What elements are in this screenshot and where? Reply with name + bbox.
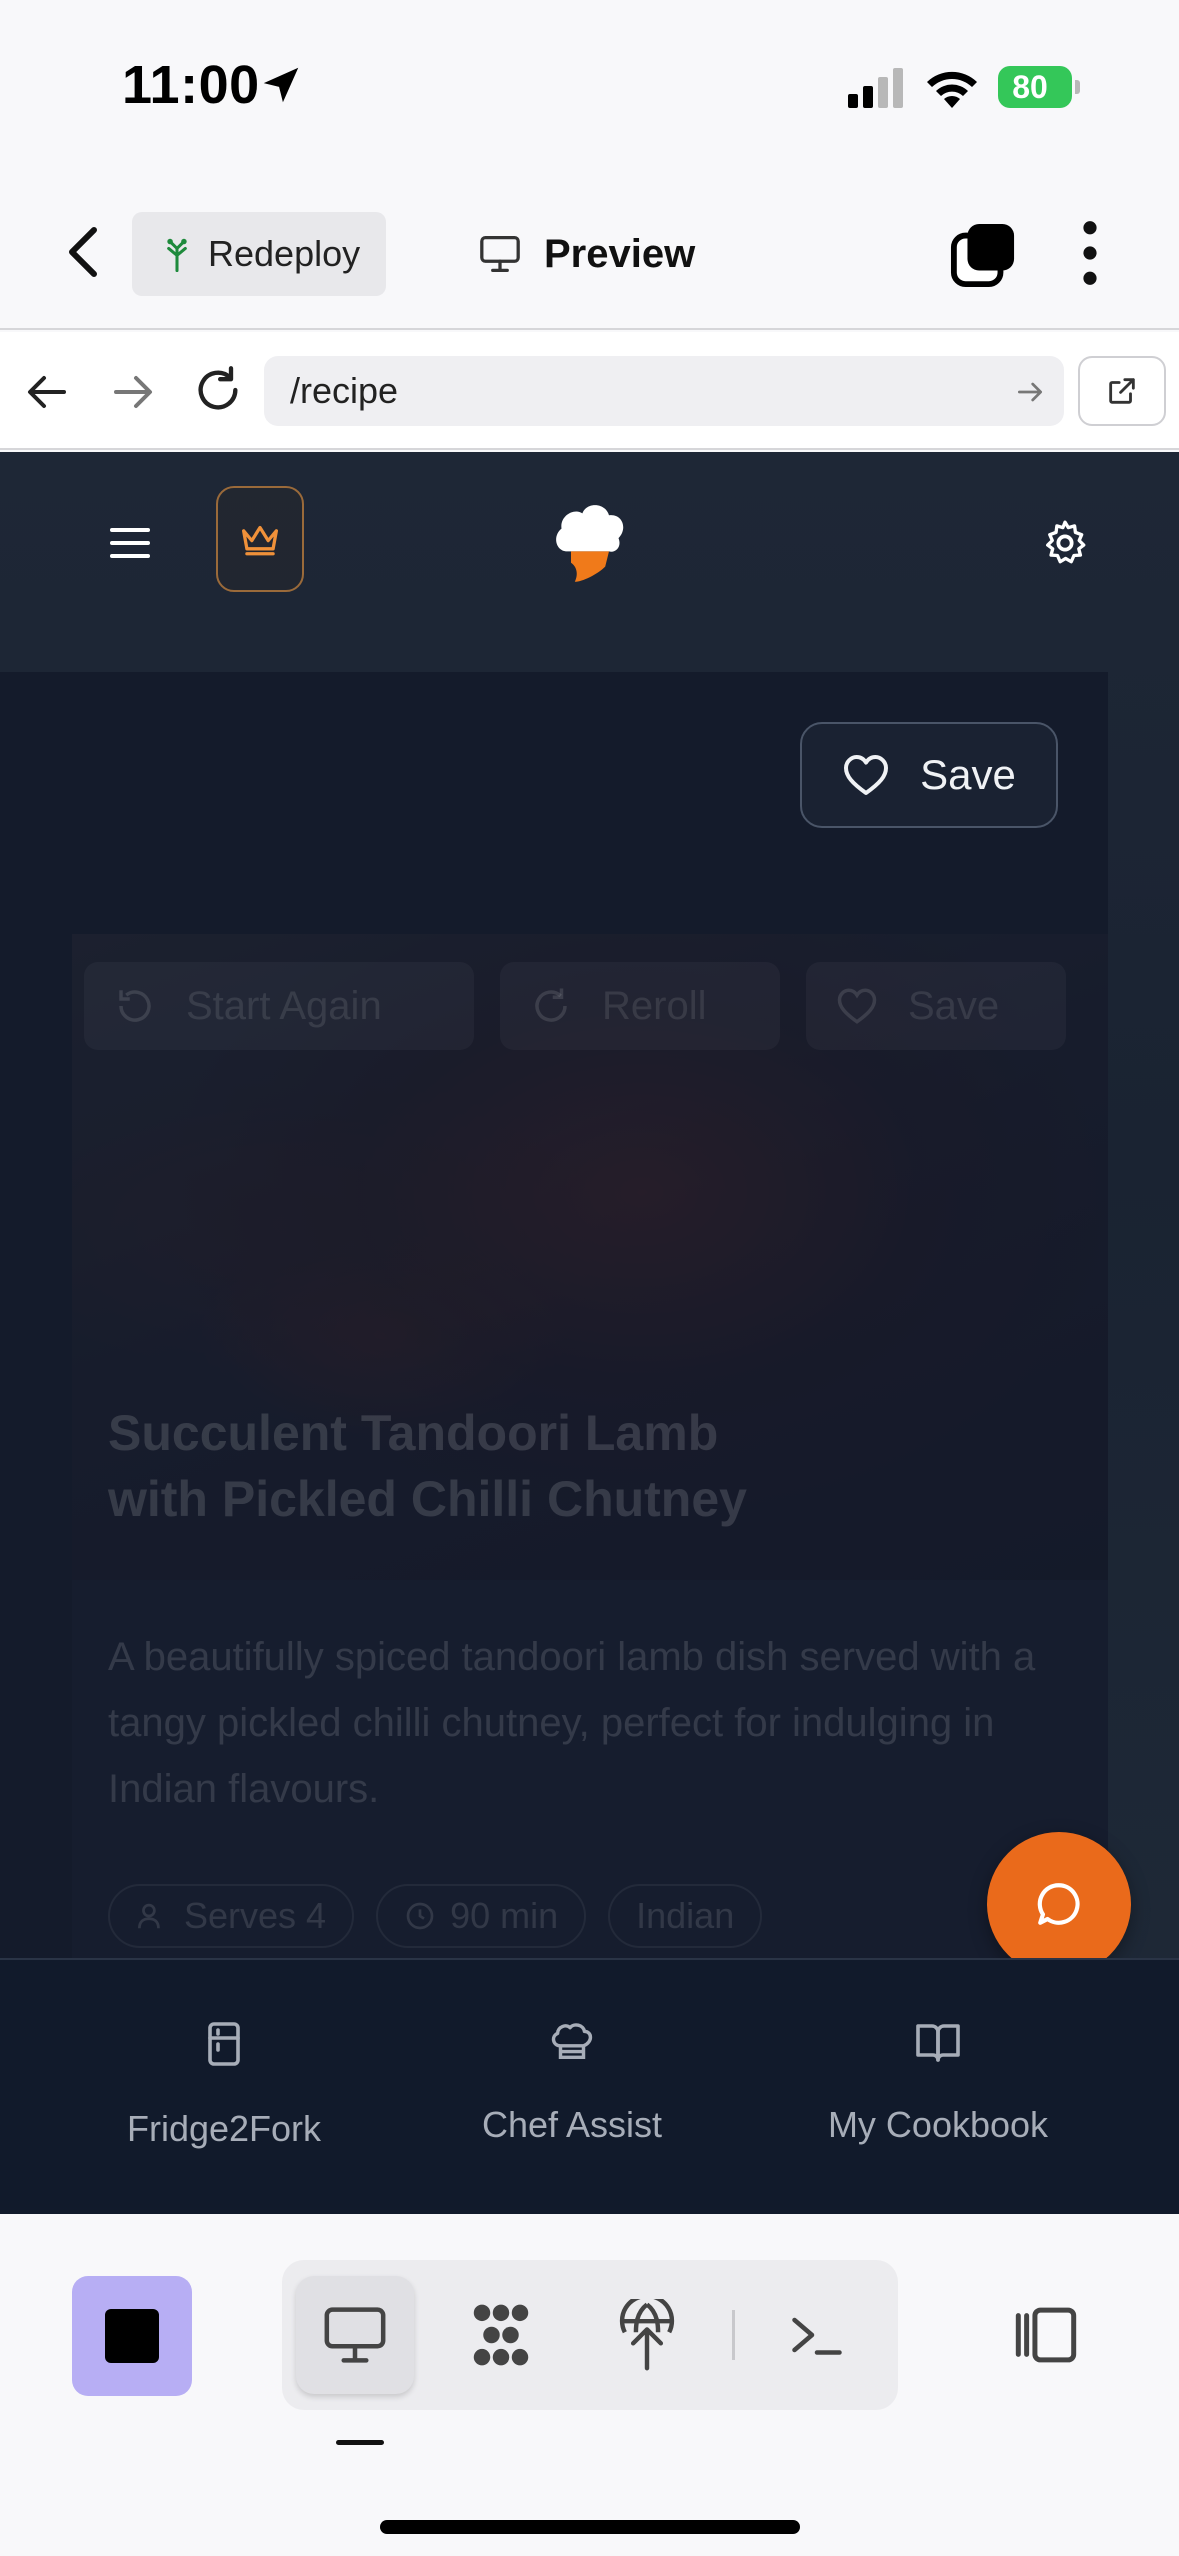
preview-label: Preview: [544, 231, 696, 276]
app-toolbar: Redeploy Preview: [0, 170, 1179, 330]
external-link-icon: [1109, 378, 1135, 404]
nav-item-chef-assist[interactable]: Chef Assist: [412, 2020, 732, 2146]
site-header: [0, 452, 1179, 672]
tabs-icon[interactable]: [950, 222, 1016, 288]
heart-icon: [844, 755, 889, 795]
recipe-title: Succulent Tandoori Lamb with Pickled Chi…: [108, 1405, 747, 1527]
nav-item-my-cookbook[interactable]: My Cookbook: [778, 2020, 1098, 2146]
monitor-icon: [324, 2307, 386, 2363]
redeploy-button[interactable]: Redeploy: [132, 212, 386, 296]
deploy-button[interactable]: [588, 2276, 706, 2394]
image-save-label: Save: [908, 983, 1000, 1028]
recipe-actions: Start Again Reroll Save: [84, 962, 1066, 1050]
clock-icon: [406, 1902, 434, 1930]
deploy-icon: [619, 2299, 675, 2371]
ide-view-switcher: [282, 2260, 898, 2410]
save-recipe-button[interactable]: Save: [800, 722, 1058, 828]
cellular-signal-icon: [848, 68, 903, 108]
wifi-icon: [927, 71, 977, 108]
menu-icon[interactable]: [110, 528, 150, 560]
monitor-icon: [480, 235, 520, 272]
browser-back-icon[interactable]: [24, 368, 72, 416]
location-arrow-icon: [263, 67, 299, 103]
ide-toolbar: [0, 2214, 1179, 2556]
preview-tab[interactable]: Preview: [478, 218, 695, 290]
start-again-button[interactable]: Start Again: [84, 962, 474, 1050]
users-icon: [138, 1903, 160, 1929]
open-external-button[interactable]: [1078, 356, 1166, 426]
browser-forward-icon[interactable]: [108, 368, 156, 416]
browser-url-row: /recipe: [0, 332, 1179, 450]
save-label: Save: [920, 751, 1016, 798]
refresh-icon: [535, 988, 567, 1022]
more-vertical-icon[interactable]: [1070, 220, 1110, 286]
time-chip: 90 min: [376, 1884, 587, 1948]
time-label: 90 min: [450, 1895, 559, 1936]
app-bottom-nav: Fridge2Fork Chef Assist My Cookbook: [0, 1958, 1179, 2214]
chef-hat-icon: [551, 2023, 593, 2060]
chat-button[interactable]: [987, 1832, 1131, 1976]
chef-logo-icon[interactable]: [552, 498, 628, 582]
serves-label: Serves 4: [184, 1895, 327, 1936]
recipe-description: A beautifully spiced tandoori lamb dish …: [108, 1635, 1036, 1811]
reload-icon[interactable]: [192, 364, 244, 416]
premium-button[interactable]: [216, 486, 304, 592]
recipe-image: Start Again Reroll Save Succulent Tandoo…: [72, 934, 1108, 1580]
serves-chip: Serves 4: [108, 1884, 355, 1948]
nav-item-fridge2fork[interactable]: Fridge2Fork: [64, 2020, 384, 2150]
terminal-button[interactable]: [758, 2276, 876, 2394]
image-save-button[interactable]: Save: [806, 962, 1066, 1050]
start-again-label: Start Again: [186, 983, 382, 1028]
reroll-button[interactable]: Reroll: [500, 962, 780, 1050]
battery-level: 80: [1012, 69, 1048, 105]
home-indicator: [380, 2520, 800, 2534]
deploy-tree-icon: [167, 238, 187, 272]
reroll-label: Reroll: [602, 983, 707, 1028]
web-preview: Save Start Again Reroll Save Succulent T…: [0, 452, 1179, 2214]
url-text: /recipe: [290, 370, 399, 411]
status-time: 11:00: [122, 55, 260, 115]
stop-button[interactable]: [72, 2276, 192, 2396]
heart-icon: [837, 988, 877, 1024]
status-bar: 11:00 80: [0, 0, 1179, 170]
go-arrow-icon[interactable]: [1014, 376, 1046, 408]
nav-label-my-cookbook: My Cookbook: [827, 2104, 1049, 2145]
panel-toggle-icon[interactable]: [1010, 2304, 1082, 2366]
battery-indicator: 80: [998, 66, 1080, 108]
stop-icon: [105, 2309, 159, 2363]
integrations-button[interactable]: [442, 2276, 560, 2394]
nav-label-chef-assist: Chef Assist: [481, 2104, 663, 2145]
undo-icon: [119, 990, 151, 1022]
fridge-icon: [208, 2022, 240, 2066]
cuisine-chip: Indian: [608, 1884, 763, 1948]
back-chevron-icon[interactable]: [60, 224, 108, 280]
url-input[interactable]: /recipe: [264, 356, 1064, 426]
active-view-indicator: [336, 2440, 384, 2445]
gear-icon[interactable]: [1040, 518, 1090, 568]
toolbar-divider: [732, 2310, 735, 2360]
book-icon: [916, 2024, 960, 2062]
redeploy-label: Redeploy: [208, 233, 361, 274]
preview-view-button[interactable]: [296, 2276, 414, 2394]
nav-label-fridge2fork: Fridge2Fork: [126, 2108, 322, 2149]
terminal-icon: [792, 2317, 842, 2355]
chat-bubble-icon: [1037, 1883, 1080, 1925]
integrations-icon: [473, 2304, 529, 2366]
cuisine-label: Indian: [636, 1895, 735, 1936]
crown-icon: [242, 525, 278, 556]
recipe-meta: Serves 4 90 min Indian: [108, 1884, 763, 1948]
